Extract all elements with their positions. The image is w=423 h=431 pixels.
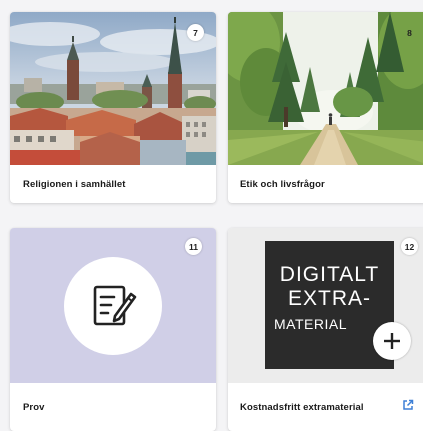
card-footer: Religionen i samhället [10, 165, 216, 203]
plus-icon [373, 322, 411, 360]
icon-circle [64, 257, 162, 355]
card-religionen-i-samhallet[interactable]: 7 Religionen i samhället [10, 12, 216, 203]
city-skyline-photo [10, 12, 216, 165]
card-title: Kostnadsfritt extramaterial [240, 401, 364, 413]
card-media: DIGITALT EXTRA- MATERIAL [228, 228, 423, 383]
card-etik-och-livsfragor[interactable]: 8 Etik och livsfrågor [228, 12, 423, 203]
badge-line-1: DIGITALT [279, 263, 380, 286]
card-title: Prov [23, 401, 45, 413]
card-number-badge: 7 [187, 24, 204, 41]
card-media [10, 228, 216, 383]
card-number-badge: 11 [185, 238, 202, 255]
card-footer: Prov [10, 383, 216, 431]
card-title: Religionen i samhället [23, 178, 126, 190]
exam-edit-icon [93, 285, 137, 326]
card-prov[interactable]: 11 Prov [10, 228, 216, 431]
external-link-icon[interactable] [402, 398, 414, 416]
card-kostnadsfritt-extramaterial[interactable]: DIGITALT EXTRA- MATERIAL 12 Kostnadsfrit… [228, 228, 423, 431]
card-footer: Etik och livsfrågor [228, 165, 423, 203]
forest-path-photo [228, 12, 423, 165]
card-title: Etik och livsfrågor [240, 178, 325, 190]
card-footer: Kostnadsfritt extramaterial [228, 383, 423, 431]
badge-line-2: EXTRA- [287, 287, 371, 310]
card-number-badge: 12 [401, 238, 418, 255]
card-number-badge: 8 [407, 27, 412, 38]
